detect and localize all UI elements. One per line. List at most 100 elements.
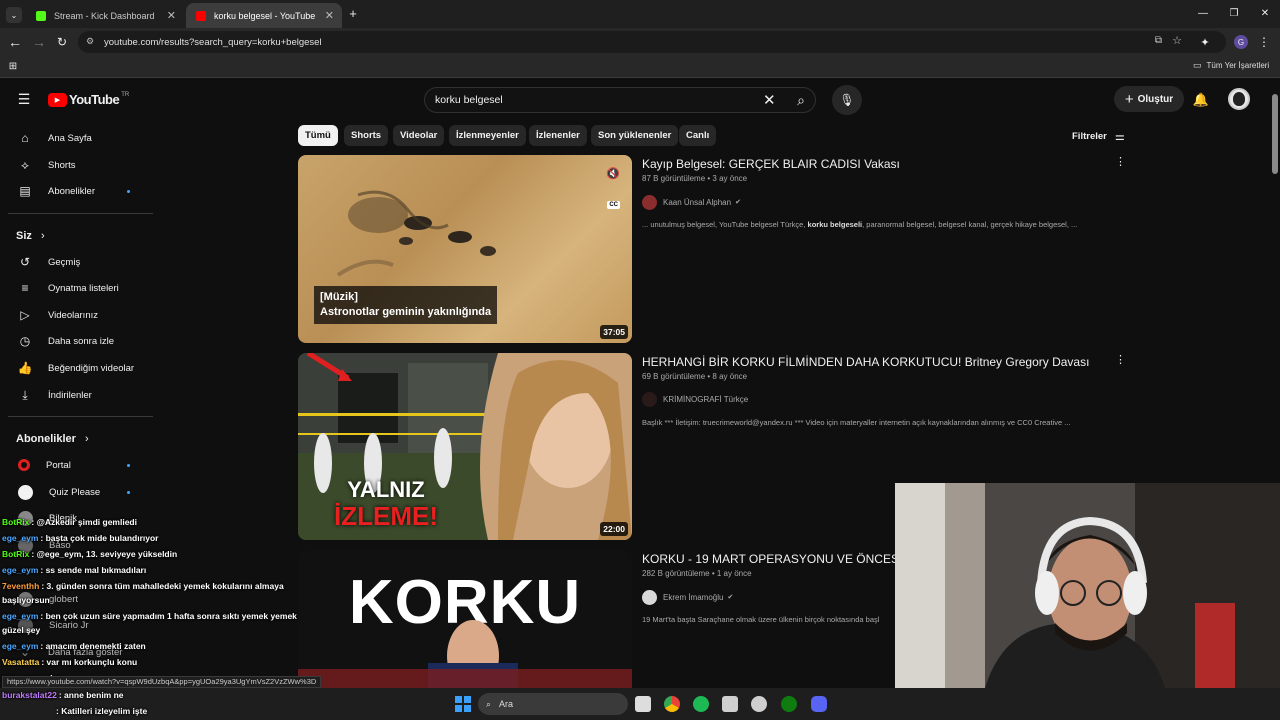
minimize-icon[interactable]: —	[1196, 6, 1210, 20]
subscriptions-heading[interactable]: Abonelikler ›	[16, 433, 89, 445]
notifications-icon[interactable]: 🔔	[1193, 92, 1209, 108]
sidebar-item-label: Quiz Please	[49, 486, 101, 498]
bookmark-star-icon[interactable]: ☆	[1172, 34, 1182, 47]
chat-message: 7eventhh: 3. günden sonra tüm mahalledek…	[2, 581, 284, 591]
filters-button[interactable]: Filtreler ⚌	[1072, 130, 1125, 143]
sidebar-item-your-videos[interactable]: ▷ Videolarınız	[0, 302, 150, 328]
close-tab-icon[interactable]: ✕	[325, 9, 334, 22]
chat-username: ege_eym	[2, 611, 39, 621]
channel-row[interactable]: KRİMİNOGRAFİ Türkçe	[642, 391, 748, 407]
sidebar-item-watch-later[interactable]: ◷ Daha sonra izle	[0, 328, 150, 354]
chat-username: BotRix	[2, 549, 30, 559]
search-value: korku belgesel	[435, 94, 503, 106]
chip-live[interactable]: Canlı	[679, 125, 717, 146]
sidebar-sub-quiz-please[interactable]: Quiz Please	[0, 479, 150, 505]
logo-text: YouTube	[69, 92, 120, 107]
voice-search-icon[interactable]: 🎙	[832, 85, 862, 115]
search-input[interactable]: korku belgesel ✕	[424, 87, 816, 113]
steam-icon[interactable]	[751, 696, 767, 712]
chat-message: : Katilleri izleyelim işte	[56, 706, 147, 716]
chip-recent[interactable]: Son yüklenenler	[591, 125, 679, 146]
close-tab-icon[interactable]: ✕	[167, 9, 176, 22]
sidebar-item-label: Portal	[46, 459, 71, 471]
you-heading[interactable]: Siz ›	[16, 230, 45, 242]
sidebar-item-label: Daha sonra izle	[48, 335, 115, 347]
tab-title: Stream - Kick Dashboard	[54, 10, 155, 21]
video-title[interactable]: Kayıp Belgesel: GERÇEK BLAIR CADISI Vaka…	[642, 157, 900, 171]
url-input[interactable]: ⚙ youtube.com/results?search_query=korku…	[78, 31, 1226, 53]
video-thumbnail[interactable]: YALNIZ İZLEME! 22:00	[298, 353, 632, 540]
more-actions-icon[interactable]: ⋮	[1115, 155, 1126, 168]
video-title[interactable]: KORKU - 19 MART OPERASYONU VE ÖNCESİ	[642, 552, 902, 566]
discord-icon[interactable]	[811, 696, 827, 712]
chat-message: güzel şey	[2, 625, 40, 635]
new-tab-icon[interactable]: +	[346, 6, 360, 21]
create-button[interactable]: + Oluştur	[1114, 86, 1184, 112]
chip-watched[interactable]: İzlenenler	[529, 125, 587, 146]
captions-icon[interactable]: CC	[607, 201, 620, 209]
new-content-dot	[127, 490, 130, 494]
account-avatar[interactable]	[1228, 88, 1250, 110]
profile-avatar[interactable]: G	[1234, 35, 1248, 49]
start-icon[interactable]	[455, 696, 471, 712]
youtube-logo[interactable]: ▶ YouTube TR	[48, 92, 129, 107]
video-title[interactable]: HERHANGİ BİR KORKU FİLMİNDEN DAHA KORKUT…	[642, 355, 1089, 369]
mute-icon[interactable]: 🔇	[606, 167, 620, 180]
task-view-icon[interactable]	[635, 696, 651, 712]
taskbar-search[interactable]: ⌕ Ara	[478, 693, 628, 715]
page-scrollbar[interactable]	[1272, 94, 1278, 174]
chip-all[interactable]: Tümü	[298, 125, 338, 146]
menu-icon[interactable]: ☰	[16, 91, 32, 107]
chip-shorts[interactable]: Shorts	[344, 125, 389, 146]
tab-title: korku belgesel - YouTube	[214, 10, 316, 21]
sidebar-item-downloads[interactable]: ⤓ İndirilenler	[0, 382, 150, 408]
back-icon[interactable]: ←	[8, 34, 22, 50]
thumbnail-image	[298, 620, 632, 688]
webcam-overlay	[895, 483, 1280, 688]
more-actions-icon[interactable]: ⋮	[1115, 353, 1126, 366]
chip-videos[interactable]: Videolar	[393, 125, 445, 146]
spotify-icon[interactable]	[693, 696, 709, 712]
windows-taskbar: ⌕ Ara	[0, 688, 1280, 720]
caption-line: Astronotlar geminin yakınlığında	[320, 306, 492, 318]
bookmarks-bar: ⊞ ▭ Tüm Yer İşaretleri	[0, 56, 1280, 78]
apps-grid-icon[interactable]: ⊞	[7, 60, 19, 72]
tab-youtube[interactable]: korku belgesel - YouTube ✕	[186, 3, 342, 28]
sidebar-item-playlists[interactable]: ≡ Oynatma listeleri	[0, 275, 150, 301]
install-app-icon[interactable]: ⧉	[1155, 35, 1162, 46]
sidebar-item-subscriptions[interactable]: ▤ Abonelikler	[0, 178, 150, 204]
xbox-icon[interactable]	[781, 696, 797, 712]
extensions-icon[interactable]: ✦	[1198, 34, 1212, 50]
chat-username: ege_eym	[2, 533, 39, 543]
search-icon[interactable]: ⌕	[792, 91, 810, 109]
clear-search-icon[interactable]: ✕	[763, 91, 776, 109]
thumbnail-text: YALNIZ İZLEME!	[334, 477, 438, 529]
sidebar-sub-portal[interactable]: Portal	[0, 452, 150, 478]
store-icon[interactable]	[722, 696, 738, 712]
channel-row[interactable]: Ekrem İmamoğlu ✔	[642, 589, 733, 605]
reload-icon[interactable]: ↻	[55, 34, 69, 50]
video-thumbnail[interactable]: 🔇 CC [Müzik] Astronotlar geminin yakınlı…	[298, 155, 632, 343]
browser-menu-icon[interactable]: ⋮	[1258, 34, 1270, 50]
kick-favicon-icon	[36, 10, 46, 21]
site-info-icon[interactable]: ⚙	[86, 36, 94, 47]
chip-unwatched[interactable]: İzlenmeyenler	[449, 125, 526, 146]
sidebar-item-liked-videos[interactable]: 👍 Beğendiğim videolar	[0, 355, 150, 381]
close-window-icon[interactable]: ✕	[1258, 6, 1272, 20]
tab-search-icon[interactable]: ⌄	[6, 7, 22, 23]
chat-text: : ss sende mal bıkmadıları	[40, 565, 147, 575]
channel-avatar	[642, 391, 657, 407]
search-icon: ⌕	[486, 698, 492, 709]
alien-avatar-icon	[1233, 92, 1245, 106]
all-bookmarks-button[interactable]: ▭ Tüm Yer İşaretleri	[1193, 60, 1269, 71]
forward-icon[interactable]: →	[32, 34, 46, 50]
restore-icon[interactable]: ❐	[1227, 6, 1241, 20]
sidebar-item-shorts[interactable]: ⟡ Shorts	[0, 152, 150, 178]
channel-row[interactable]: Kaan Ünsal Alphan ✔	[642, 194, 741, 210]
chrome-icon[interactable]	[664, 696, 680, 712]
video-thumbnail[interactable]: KORKU	[298, 551, 632, 688]
sidebar-item-label: Sicario Jr	[49, 619, 89, 631]
sidebar-item-home[interactable]: ⌂ Ana Sayfa	[0, 125, 150, 151]
tab-kick-dashboard[interactable]: Stream - Kick Dashboard ✕	[26, 3, 184, 28]
sidebar-item-history[interactable]: ↺ Geçmiş	[0, 249, 150, 275]
